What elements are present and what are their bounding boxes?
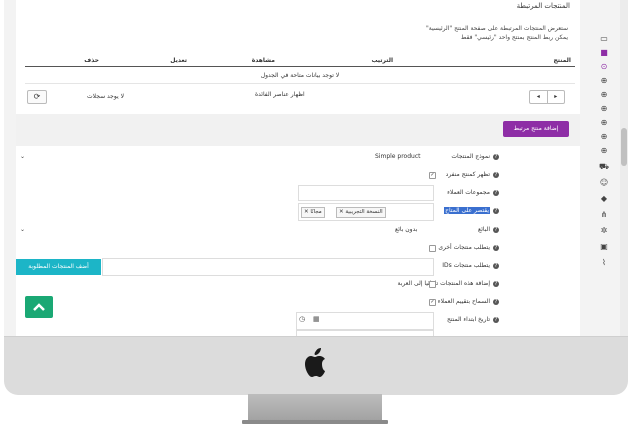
circle-plus-icon[interactable]: ⊕ — [599, 132, 609, 142]
table-header-row: المنتج الترتيب مشاهدة تعديل حذف — [25, 54, 575, 67]
single-product-label: ?تظهر كمنتج منفرد — [445, 171, 499, 178]
refresh-icon[interactable]: ⟳ — [27, 90, 47, 104]
help-icon: ? — [493, 189, 499, 196]
single-product-checkbox[interactable]: ✓ — [429, 172, 436, 179]
product-type-label: ?نموذج المنتجات — [451, 153, 499, 160]
start-date-input[interactable]: ◷ ▦ — [296, 312, 434, 330]
chevron-up-icon — [33, 303, 45, 311]
required-ids-label: ?يتطلب منتجات IDs — [442, 262, 499, 269]
scrollbar[interactable] — [620, 0, 628, 336]
main-content: المنتجات المرتبطة ستعرض المنتجات المرتبط… — [16, 0, 580, 336]
table-footer: ⟳ لا يوجد سجلات اظهار عناصر الفائدة ◂ ▸ — [25, 88, 575, 104]
circle-plus-icon[interactable]: ⊕ — [599, 118, 609, 128]
pagination: ◂ ▸ — [529, 90, 565, 104]
monitor-screen: المنتجات المرتبطة ستعرض المنتجات المرتبط… — [4, 0, 628, 336]
note-line-2: يمكن ربط المنتج بمنتج واحد "رئيسي" فقط — [460, 34, 568, 41]
add-required-products-button[interactable]: أضف المنتجات المطلوبة — [16, 259, 101, 275]
allow-reviews-checkbox[interactable]: ✓ — [429, 299, 436, 306]
gear-icon[interactable]: ✲ — [599, 226, 609, 236]
table-row: لا توجد بيانات متاحة في الجدول — [25, 66, 575, 84]
help-icon: ? — [493, 244, 499, 251]
customer-groups-label: ?مجموعات العملاء — [447, 189, 499, 196]
visible-items-label: اظهار عناصر الفائدة — [255, 91, 305, 98]
notes: ستعرض المنتجات المرتبطة على صفحة المنتج … — [426, 24, 568, 42]
empty-table-message: لا توجد بيانات متاحة في الجدول — [25, 66, 575, 84]
tag-icon[interactable]: ◆ — [599, 194, 609, 204]
chevron-down-icon[interactable]: ⌄ — [20, 153, 25, 160]
help-icon: ? — [493, 298, 499, 305]
circle-plus-icon[interactable]: ⊙ — [599, 62, 609, 72]
cart-icon[interactable]: ⛟ — [599, 162, 609, 172]
clock-icon[interactable]: ◷ — [299, 315, 305, 323]
help-icon: ? — [493, 171, 499, 178]
allow-reviews-label: ?السماح بتقييم العملاء — [437, 298, 499, 305]
chat-icon[interactable]: ■ — [599, 48, 609, 58]
circle-plus-icon[interactable]: ⊕ — [599, 104, 609, 114]
col-product[interactable]: المنتج — [397, 54, 575, 67]
share-icon[interactable]: ⋔ — [599, 210, 609, 220]
prev-page-button[interactable]: ◂ — [530, 91, 547, 103]
customer-groups-input[interactable] — [298, 185, 434, 201]
product-type-select[interactable]: Simple product — [375, 153, 420, 160]
restrict-tags-input[interactable]: ✕ النسخة التجريبية ✕ مجانًا — [298, 203, 434, 221]
circle-plus-icon[interactable]: ⊕ — [599, 90, 609, 100]
auto-add-cart-checkbox[interactable] — [429, 281, 436, 288]
chevron-down-icon[interactable]: ⌄ — [20, 226, 25, 233]
help-icon: ? — [493, 226, 499, 233]
calendar-icon[interactable]: ▦ — [313, 315, 320, 323]
tag-free: ✕ مجانًا — [301, 207, 325, 218]
monitor-icon[interactable]: ▭ — [599, 34, 609, 44]
col-view[interactable]: مشاهدة — [191, 54, 279, 67]
scroll-to-top-button[interactable] — [25, 296, 53, 318]
help-icon: ? — [493, 153, 499, 160]
tag-trial: ✕ النسخة التجريبية — [336, 207, 386, 218]
records-info: لا يوجد سجلات — [87, 93, 124, 100]
seller-select[interactable]: بدون بائع — [395, 226, 417, 233]
help-icon: ? — [493, 207, 499, 214]
circle-plus-icon[interactable]: ⊕ — [599, 146, 609, 156]
box-icon[interactable]: ▣ — [599, 242, 609, 252]
requires-other-checkbox[interactable] — [429, 245, 436, 252]
seller-label: ?البائع — [478, 226, 499, 233]
scrollbar-thumb[interactable] — [621, 128, 627, 166]
help-icon: ? — [493, 280, 499, 287]
help-icon: ? — [493, 316, 499, 323]
col-delete[interactable]: حذف — [25, 54, 103, 67]
add-related-product-button[interactable]: إضافة منتج مرتبط — [503, 121, 569, 137]
auto-add-cart-label: ?إضافة هذه المنتجات تلقائيا إلى العربة — [397, 280, 499, 287]
add-bar — [16, 114, 580, 146]
tag-remove-icon[interactable]: ✕ — [339, 209, 344, 215]
apple-logo-icon — [305, 348, 325, 377]
restrict-label: ?يقتصر على المتاح — [444, 207, 499, 214]
start-date-label: ?تاريخ ابتداء المنتج — [447, 316, 499, 323]
required-ids-input[interactable] — [102, 258, 434, 276]
col-edit[interactable]: تعديل — [103, 54, 191, 67]
user-icon[interactable]: ☺ — [599, 178, 609, 188]
next-page-button[interactable]: ▸ — [546, 91, 565, 103]
chart-icon[interactable]: ⌇ — [599, 258, 609, 268]
requires-other-label: ?يتطلب منتجات أخرى — [438, 244, 499, 251]
help-icon: ? — [493, 262, 499, 269]
circle-plus-icon[interactable]: ⊕ — [599, 76, 609, 86]
panel-title: المنتجات المرتبطة — [516, 2, 570, 10]
related-products-table: المنتج الترتيب مشاهدة تعديل حذف لا توجد … — [25, 54, 575, 84]
note-line-1: ستعرض المنتجات المرتبطة على صفحة المنتج … — [426, 25, 568, 32]
monitor-stand-base — [242, 420, 388, 424]
tag-remove-icon[interactable]: ✕ — [304, 209, 309, 215]
col-order[interactable]: الترتيب — [279, 54, 397, 67]
